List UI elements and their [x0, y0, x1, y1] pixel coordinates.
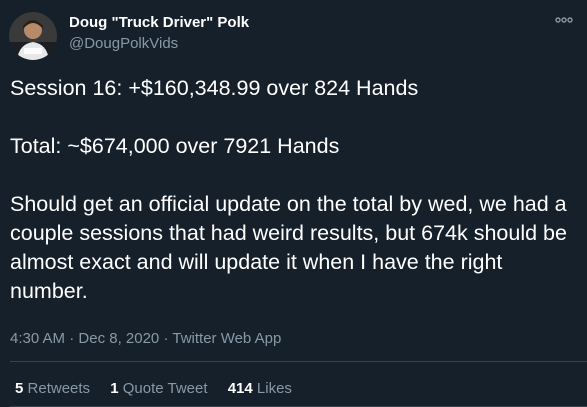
tweet-stats: 5 Retweets 1 Quote Tweet 414 Likes: [15, 380, 308, 397]
quote-tweets-count: 1: [110, 380, 119, 397]
tweet-meta: 4:30 AM · Dec 8, 2020 · Twitter Web App: [10, 330, 281, 347]
tweet-line-update: Should get an official update on the tot…: [10, 192, 567, 303]
retweets-count: 5: [15, 380, 24, 397]
tweet-time[interactable]: 4:30 AM: [10, 330, 65, 347]
tweet-text: Session 16: +$160,348.99 over 824 Hands …: [10, 74, 580, 306]
quote-tweets-label: Quote Tweet: [122, 380, 208, 397]
profile-photo-icon: [9, 12, 57, 60]
author-name[interactable]: Doug "Truck Driver" Polk: [69, 14, 249, 31]
avatar[interactable]: [9, 12, 57, 60]
quote-tweets-stat[interactable]: 1 Quote Tweet: [110, 380, 207, 397]
meta-separator: ·: [69, 330, 75, 347]
author-handle[interactable]: @DougPolkVids: [69, 35, 178, 52]
tweet: Doug "Truck Driver" Polk @DougPolkVids S…: [0, 0, 587, 407]
divider: [10, 361, 587, 362]
retweets-stat[interactable]: 5 Retweets: [15, 380, 90, 397]
tweet-source[interactable]: Twitter Web App: [172, 330, 281, 347]
likes-count: 414: [227, 380, 253, 397]
likes-label: Likes: [256, 380, 292, 397]
tweet-line-total: Total: ~$674,000 over 7921 Hands: [10, 134, 340, 158]
more-options-button[interactable]: [552, 9, 576, 31]
likes-stat[interactable]: 414 Likes: [228, 380, 292, 397]
tweet-line-session: Session 16: +$160,348.99 over 824 Hands: [10, 76, 419, 100]
retweets-label: Retweets: [27, 380, 91, 397]
meta-separator: ·: [163, 330, 169, 347]
more-options-icon: [555, 17, 573, 23]
tweet-date[interactable]: Dec 8, 2020: [78, 330, 159, 347]
